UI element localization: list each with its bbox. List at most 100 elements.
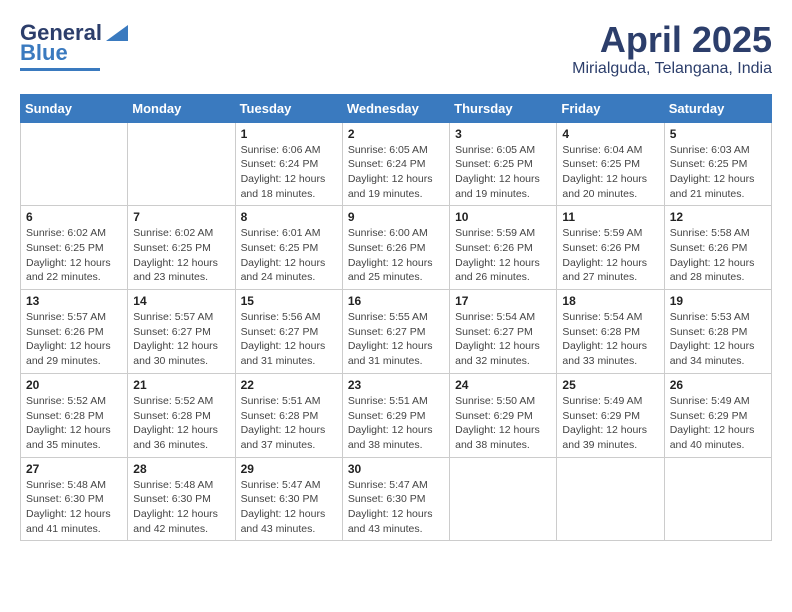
day-info: Sunrise: 5:58 AM Sunset: 6:26 PM Dayligh… — [670, 226, 766, 285]
calendar-week-row: 27 Sunrise: 5:48 AM Sunset: 6:30 PM Dayli… — [21, 457, 772, 541]
day-info: Sunrise: 5:59 AM Sunset: 6:26 PM Dayligh… — [455, 226, 551, 285]
day-info: Sunrise: 5:52 AM Sunset: 6:28 PM Dayligh… — [26, 394, 122, 453]
day-number: 10 — [455, 210, 551, 224]
day-number: 9 — [348, 210, 444, 224]
day-number: 1 — [241, 127, 337, 141]
calendar-cell: 6 Sunrise: 6:02 AM Sunset: 6:25 PM Daylig… — [21, 206, 128, 290]
weekday-header: Friday — [557, 94, 664, 122]
calendar-cell — [128, 122, 235, 206]
day-info: Sunrise: 5:48 AM Sunset: 6:30 PM Dayligh… — [133, 478, 229, 537]
calendar-cell: 8 Sunrise: 6:01 AM Sunset: 6:25 PM Daylig… — [235, 206, 342, 290]
calendar-cell: 14 Sunrise: 5:57 AM Sunset: 6:27 PM Dayli… — [128, 290, 235, 374]
weekday-header: Saturday — [664, 94, 771, 122]
calendar-cell: 22 Sunrise: 5:51 AM Sunset: 6:28 PM Dayli… — [235, 373, 342, 457]
day-info: Sunrise: 5:57 AM Sunset: 6:27 PM Dayligh… — [133, 310, 229, 369]
location: Mirialguda, Telangana, India — [572, 60, 772, 78]
day-info: Sunrise: 6:03 AM Sunset: 6:25 PM Dayligh… — [670, 143, 766, 202]
calendar-cell — [664, 457, 771, 541]
calendar-week-row: 13 Sunrise: 5:57 AM Sunset: 6:26 PM Dayli… — [21, 290, 772, 374]
day-number: 19 — [670, 294, 766, 308]
weekday-header: Sunday — [21, 94, 128, 122]
day-info: Sunrise: 5:54 AM Sunset: 6:28 PM Dayligh… — [562, 310, 658, 369]
day-number: 21 — [133, 378, 229, 392]
calendar-cell: 17Sunrise: 5:54 AM Sunset: 6:27 PM Dayli… — [450, 290, 557, 374]
logo-blue: Blue — [20, 40, 68, 66]
day-info: Sunrise: 5:55 AM Sunset: 6:27 PM Dayligh… — [348, 310, 444, 369]
day-number: 12 — [670, 210, 766, 224]
day-info: Sunrise: 6:05 AM Sunset: 6:24 PM Dayligh… — [348, 143, 444, 202]
weekday-header: Thursday — [450, 94, 557, 122]
calendar-cell: 18 Sunrise: 5:54 AM Sunset: 6:28 PM Dayli… — [557, 290, 664, 374]
day-number: 11 — [562, 210, 658, 224]
day-info: Sunrise: 5:51 AM Sunset: 6:28 PM Dayligh… — [241, 394, 337, 453]
day-info: Sunrise: 6:04 AM Sunset: 6:25 PM Dayligh… — [562, 143, 658, 202]
calendar-cell: 4 Sunrise: 6:04 AM Sunset: 6:25 PM Daylig… — [557, 122, 664, 206]
day-number: 23 — [348, 378, 444, 392]
calendar-cell: 30Sunrise: 5:47 AM Sunset: 6:30 PM Dayli… — [342, 457, 449, 541]
calendar-cell: 15 Sunrise: 5:56 AM Sunset: 6:27 PM Dayli… — [235, 290, 342, 374]
calendar-cell: 13 Sunrise: 5:57 AM Sunset: 6:26 PM Dayli… — [21, 290, 128, 374]
calendar-cell: 21 Sunrise: 5:52 AM Sunset: 6:28 PM Dayli… — [128, 373, 235, 457]
calendar-cell — [21, 122, 128, 206]
calendar-cell: 20 Sunrise: 5:52 AM Sunset: 6:28 PM Dayli… — [21, 373, 128, 457]
calendar-cell: 19 Sunrise: 5:53 AM Sunset: 6:28 PM Dayli… — [664, 290, 771, 374]
logo-icon — [106, 25, 128, 41]
page-header: General Blue April 2025 Mirialguda, Tela… — [20, 20, 772, 78]
calendar-cell: 11 Sunrise: 5:59 AM Sunset: 6:26 PM Dayli… — [557, 206, 664, 290]
calendar-cell: 27 Sunrise: 5:48 AM Sunset: 6:30 PM Dayli… — [21, 457, 128, 541]
day-info: Sunrise: 6:02 AM Sunset: 6:25 PM Dayligh… — [26, 226, 122, 285]
calendar-cell: 1Sunrise: 6:06 AM Sunset: 6:24 PM Daylig… — [235, 122, 342, 206]
calendar-cell: 29Sunrise: 5:47 AM Sunset: 6:30 PM Dayli… — [235, 457, 342, 541]
day-info: Sunrise: 5:52 AM Sunset: 6:28 PM Dayligh… — [133, 394, 229, 453]
day-number: 18 — [562, 294, 658, 308]
calendar-cell: 2 Sunrise: 6:05 AM Sunset: 6:24 PM Daylig… — [342, 122, 449, 206]
calendar-week-row: 20 Sunrise: 5:52 AM Sunset: 6:28 PM Dayli… — [21, 373, 772, 457]
day-info: Sunrise: 5:59 AM Sunset: 6:26 PM Dayligh… — [562, 226, 658, 285]
calendar-cell: 28 Sunrise: 5:48 AM Sunset: 6:30 PM Dayli… — [128, 457, 235, 541]
day-number: 25 — [562, 378, 658, 392]
day-number: 16 — [348, 294, 444, 308]
day-number: 13 — [26, 294, 122, 308]
day-info: Sunrise: 5:53 AM Sunset: 6:28 PM Dayligh… — [670, 310, 766, 369]
day-number: 22 — [241, 378, 337, 392]
day-info: Sunrise: 5:48 AM Sunset: 6:30 PM Dayligh… — [26, 478, 122, 537]
day-number: 2 — [348, 127, 444, 141]
calendar-cell: 24Sunrise: 5:50 AM Sunset: 6:29 PM Dayli… — [450, 373, 557, 457]
calendar-cell: 7 Sunrise: 6:02 AM Sunset: 6:25 PM Daylig… — [128, 206, 235, 290]
day-info: Sunrise: 5:47 AM Sunset: 6:30 PM Dayligh… — [348, 478, 444, 537]
day-number: 7 — [133, 210, 229, 224]
logo-underline — [20, 68, 100, 71]
calendar-cell: 5Sunrise: 6:03 AM Sunset: 6:25 PM Daylig… — [664, 122, 771, 206]
calendar-week-row: 6 Sunrise: 6:02 AM Sunset: 6:25 PM Daylig… — [21, 206, 772, 290]
day-number: 4 — [562, 127, 658, 141]
title-block: April 2025 Mirialguda, Telangana, India — [572, 20, 772, 78]
day-number: 28 — [133, 462, 229, 476]
day-info: Sunrise: 6:00 AM Sunset: 6:26 PM Dayligh… — [348, 226, 444, 285]
day-number: 24 — [455, 378, 551, 392]
day-info: Sunrise: 5:56 AM Sunset: 6:27 PM Dayligh… — [241, 310, 337, 369]
calendar-header-row: SundayMondayTuesdayWednesdayThursdayFrid… — [21, 94, 772, 122]
day-info: Sunrise: 6:02 AM Sunset: 6:25 PM Dayligh… — [133, 226, 229, 285]
calendar-table: SundayMondayTuesdayWednesdayThursdayFrid… — [20, 94, 772, 542]
weekday-header: Wednesday — [342, 94, 449, 122]
day-number: 17 — [455, 294, 551, 308]
month-title: April 2025 — [572, 20, 772, 60]
day-info: Sunrise: 5:49 AM Sunset: 6:29 PM Dayligh… — [670, 394, 766, 453]
calendar-cell: 26Sunrise: 5:49 AM Sunset: 6:29 PM Dayli… — [664, 373, 771, 457]
day-info: Sunrise: 6:01 AM Sunset: 6:25 PM Dayligh… — [241, 226, 337, 285]
day-number: 6 — [26, 210, 122, 224]
day-number: 14 — [133, 294, 229, 308]
day-number: 8 — [241, 210, 337, 224]
day-info: Sunrise: 5:51 AM Sunset: 6:29 PM Dayligh… — [348, 394, 444, 453]
day-info: Sunrise: 5:57 AM Sunset: 6:26 PM Dayligh… — [26, 310, 122, 369]
day-info: Sunrise: 6:05 AM Sunset: 6:25 PM Dayligh… — [455, 143, 551, 202]
weekday-header: Monday — [128, 94, 235, 122]
calendar-cell: 16 Sunrise: 5:55 AM Sunset: 6:27 PM Dayli… — [342, 290, 449, 374]
day-number: 15 — [241, 294, 337, 308]
day-number: 29 — [241, 462, 337, 476]
day-number: 27 — [26, 462, 122, 476]
calendar-cell: 3Sunrise: 6:05 AM Sunset: 6:25 PM Daylig… — [450, 122, 557, 206]
calendar-cell: 10 Sunrise: 5:59 AM Sunset: 6:26 PM Dayli… — [450, 206, 557, 290]
logo: General Blue — [20, 20, 128, 71]
day-number: 20 — [26, 378, 122, 392]
